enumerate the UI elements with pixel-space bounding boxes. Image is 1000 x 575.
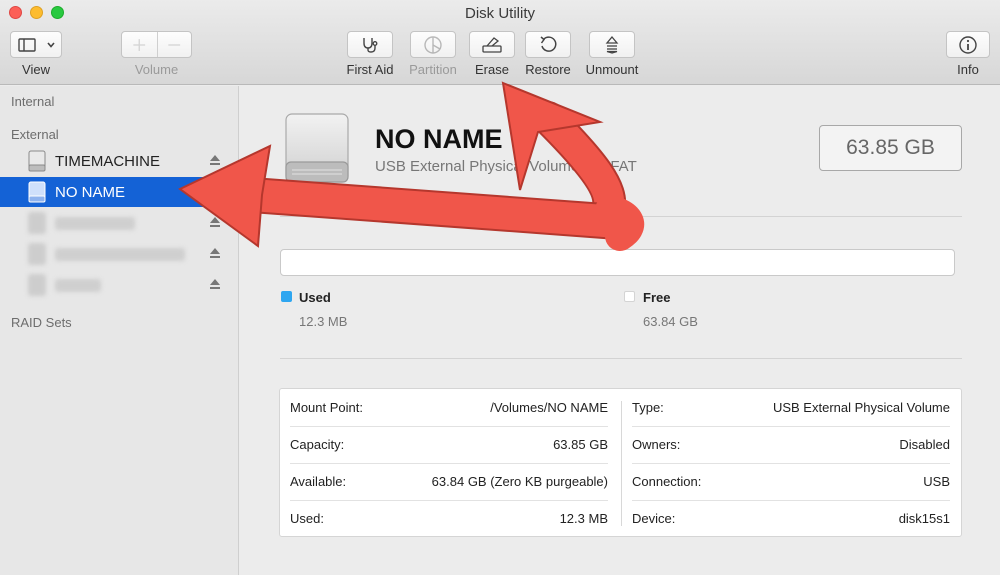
info-value: 12.3 MB: [560, 511, 608, 526]
volume-detail-pane: NO NAME USB External Physical Volume • E…: [240, 86, 1000, 575]
info-value: 63.85 GB: [553, 437, 608, 452]
external-disk-icon: [28, 150, 46, 172]
external-disk-icon: [28, 274, 46, 296]
first-aid-label: First Aid: [335, 62, 405, 77]
partition-button[interactable]: [410, 31, 456, 58]
segment-divider: [157, 32, 158, 57]
info-key: Connection:: [632, 474, 701, 489]
info-key: Used:: [290, 511, 324, 526]
sidebar-section-raid: RAID Sets: [11, 315, 72, 330]
info-key: Mount Point:: [290, 400, 363, 415]
eject-icon[interactable]: [210, 155, 220, 165]
free-swatch: [624, 291, 635, 302]
volume-subtitle: USB External Physical Volume • ExFAT: [375, 158, 637, 175]
sidebar-section-internal: Internal: [11, 94, 54, 109]
sidebar-item-label: TIMEMACHINE: [55, 153, 160, 170]
free-label: Free: [643, 290, 670, 305]
sidebar-item-blurred[interactable]: [0, 208, 238, 238]
free-value: 63.84 GB: [643, 314, 698, 329]
info-key: Owners:: [632, 437, 680, 452]
restore-arrow-icon: [538, 35, 558, 55]
divider: [280, 358, 962, 359]
info-value: disk15s1: [899, 511, 950, 526]
used-label: Used: [299, 290, 331, 305]
info-value: Disabled: [899, 437, 950, 452]
sidebar-item-label: [55, 248, 185, 261]
info-value: USB: [923, 474, 950, 489]
unmount-icon: [604, 35, 620, 55]
restore-button[interactable]: [525, 31, 571, 58]
toolbar: Disk Utility View Volume First Aid: [0, 0, 1000, 85]
usage-bar: [280, 249, 955, 276]
external-disk-icon: [28, 243, 46, 265]
window-title: Disk Utility: [0, 5, 1000, 22]
sidebar-item-blurred[interactable]: [0, 239, 238, 269]
info-row: Used: 12.3 MB: [290, 500, 608, 537]
capacity-badge: 63.85 GB: [819, 125, 962, 171]
sidebar-item-label: [55, 217, 135, 230]
info-row: Device: disk15s1: [632, 500, 950, 537]
info-row: Available: 63.84 GB (Zero KB purgeable): [290, 463, 608, 500]
partition-pie-icon: [423, 35, 443, 55]
view-label: View: [10, 62, 62, 77]
external-disk-icon: [28, 181, 46, 203]
sidebar-item-no-name[interactable]: NO NAME: [0, 177, 238, 207]
volume-info-table: Mount Point: /Volumes/NO NAME Capacity: …: [279, 388, 962, 537]
unmount-button[interactable]: [589, 31, 635, 58]
info-row: Type: USB External Physical Volume: [632, 389, 950, 426]
volume-segmented-control[interactable]: [121, 31, 192, 58]
info-key: Available:: [290, 474, 346, 489]
sidebar-toggle-icon: [14, 37, 58, 53]
info-button[interactable]: [946, 31, 990, 58]
restore-label: Restore: [513, 62, 583, 77]
info-label: Info: [938, 62, 998, 77]
erase-icon: [481, 36, 503, 54]
used-value: 12.3 MB: [299, 314, 347, 329]
info-row: Owners: Disabled: [632, 426, 950, 463]
sidebar-item-label: NO NAME: [55, 184, 125, 201]
info-key: Capacity:: [290, 437, 344, 452]
info-key: Type:: [632, 400, 664, 415]
unmount-label: Unmount: [577, 62, 647, 77]
first-aid-button[interactable]: [347, 31, 393, 58]
info-row: Capacity: 63.85 GB: [290, 426, 608, 463]
info-row: Mount Point: /Volumes/NO NAME: [290, 389, 608, 426]
remove-volume-icon: [157, 37, 192, 53]
used-swatch: [281, 291, 292, 302]
info-value: /Volumes/NO NAME: [490, 400, 608, 415]
sidebar: Internal External TIMEMACHINE NO NAME: [0, 86, 239, 575]
stethoscope-icon: [360, 36, 380, 54]
volume-label: Volume: [121, 62, 192, 77]
erase-button[interactable]: [469, 31, 515, 58]
sidebar-item-blurred[interactable]: [0, 270, 238, 300]
volume-name: NO NAME: [375, 124, 503, 155]
info-row: Connection: USB: [632, 463, 950, 500]
info-icon: [958, 35, 978, 55]
add-volume-icon: [122, 37, 157, 53]
eject-icon[interactable]: [210, 248, 220, 258]
external-disk-icon: [284, 112, 350, 184]
sidebar-section-external: External: [11, 127, 59, 142]
divider: [280, 216, 962, 217]
sidebar-item-timemachine[interactable]: TIMEMACHINE: [0, 146, 238, 176]
eject-icon[interactable]: [210, 279, 220, 289]
sidebar-item-label: [55, 279, 101, 292]
external-disk-icon: [28, 212, 46, 234]
info-key: Device:: [632, 511, 675, 526]
info-value: USB External Physical Volume: [773, 400, 950, 415]
column-divider: [621, 401, 622, 526]
view-button[interactable]: [10, 31, 62, 58]
info-value: 63.84 GB (Zero KB purgeable): [432, 474, 608, 489]
eject-icon[interactable]: [210, 217, 220, 227]
